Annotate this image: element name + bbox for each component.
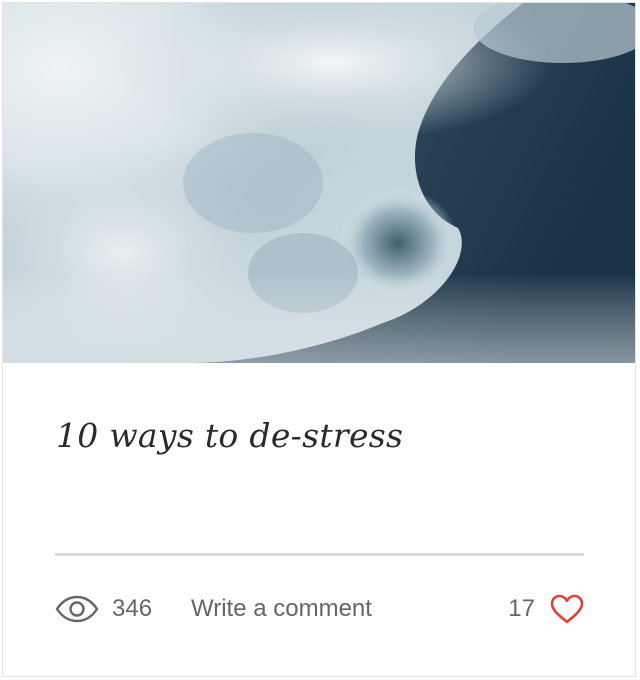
heart-outline-icon[interactable] — [549, 593, 585, 625]
likes-count: 17 — [508, 595, 535, 622]
likes-stat: 17 — [508, 587, 585, 631]
post-footer: 346 Write a comment 17 — [55, 587, 585, 631]
divider — [55, 553, 584, 556]
eye-icon — [55, 595, 99, 623]
views-stat: 346 — [55, 587, 152, 631]
write-comment-link[interactable]: Write a comment — [191, 587, 372, 631]
views-count: 346 — [112, 595, 153, 622]
blog-post-card[interactable]: 10 ways to de-stress 346 Write a comment… — [2, 2, 636, 677]
cover-image[interactable] — [3, 3, 636, 363]
post-title[interactable]: 10 ways to de-stress — [56, 416, 403, 455]
